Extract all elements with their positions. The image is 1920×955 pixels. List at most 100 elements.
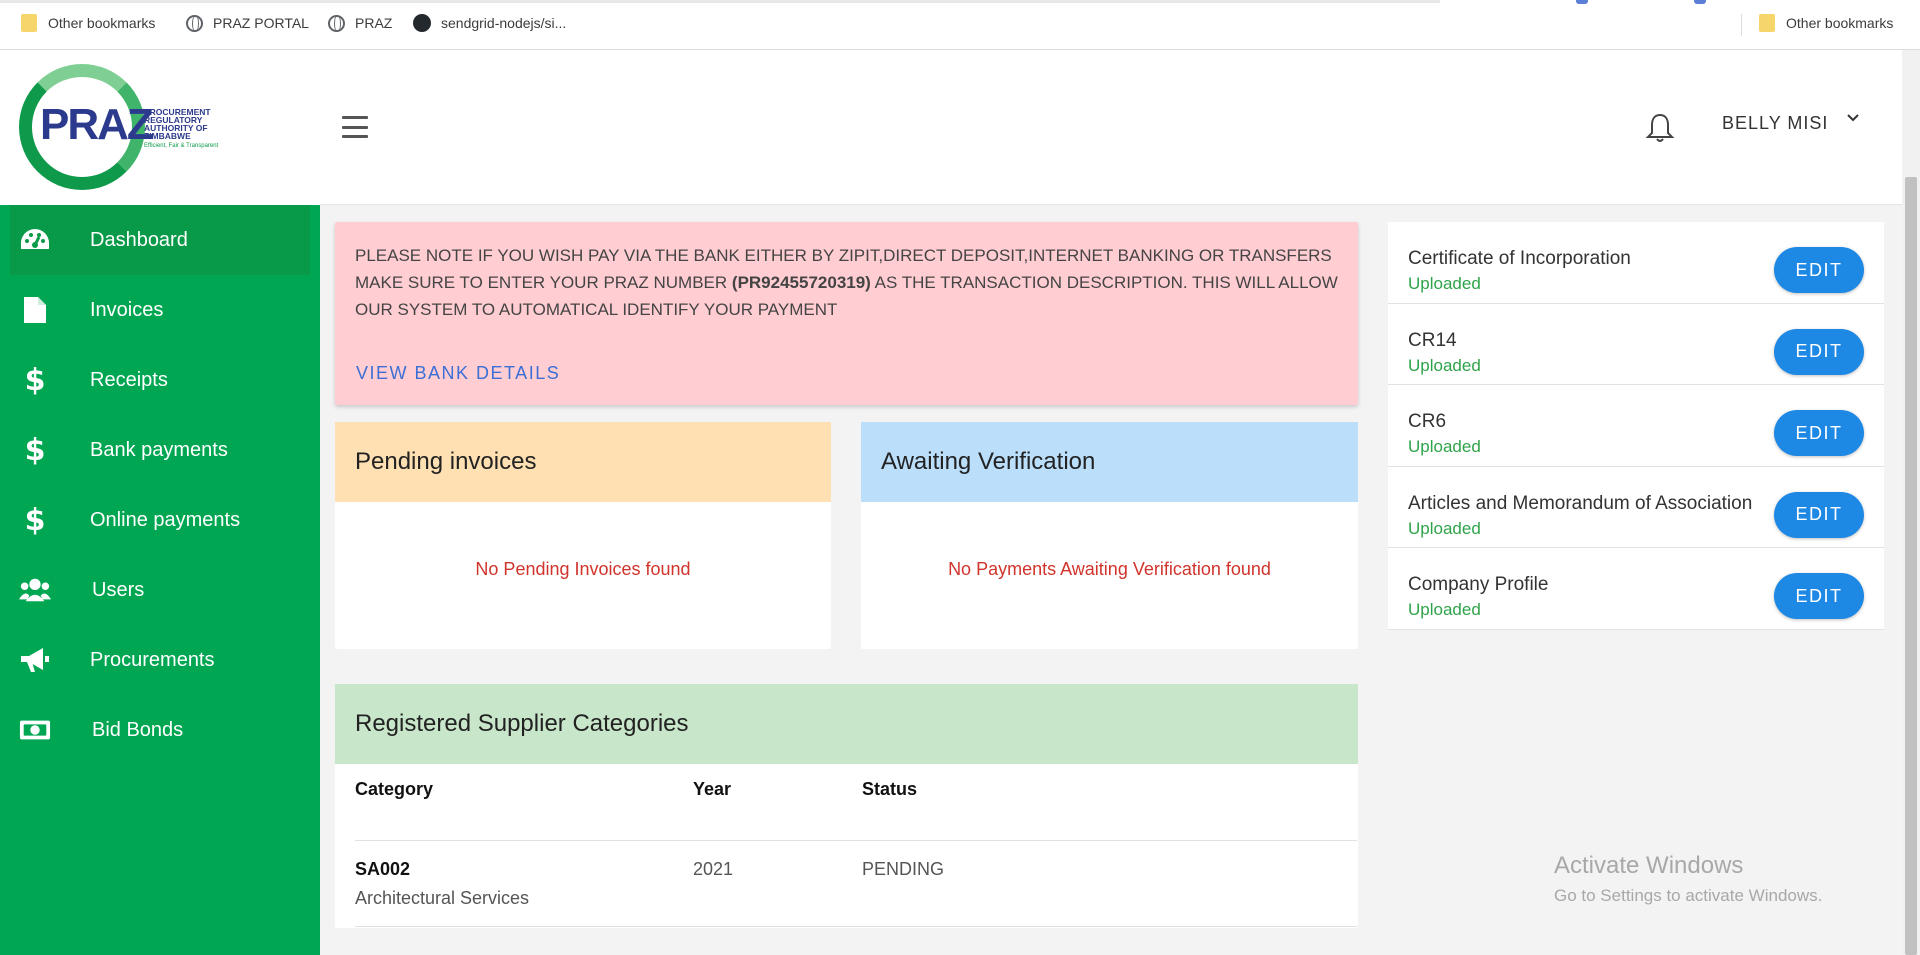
view-bank-details-link[interactable]: VIEW BANK DETAILS (356, 363, 560, 384)
praz-number: (PR92455720319) (731, 273, 871, 292)
bookmark-other[interactable]: Other bookmarks (20, 14, 155, 32)
category-code: SA002 (355, 859, 411, 879)
list-item: CR14 Uploaded EDIT (1388, 304, 1884, 385)
hamburger-menu-icon[interactable] (342, 116, 368, 138)
logo-text: PRAZ (40, 100, 154, 149)
document-status: Uploaded (1408, 437, 1481, 456)
pending-invoices-card: Pending invoices No Pending Invoices fou… (335, 422, 831, 649)
table-row: SA002 Architectural Services 2021 PENDIN… (355, 841, 1357, 927)
supplier-categories-card: Registered Supplier Categories Category … (335, 684, 1358, 928)
sidebar-item-label: Dashboard (90, 228, 188, 251)
users-icon (19, 574, 51, 606)
document-name: Certificate of Incorporation (1408, 248, 1631, 269)
awaiting-verification-card: Awaiting Verification No Payments Awaiti… (861, 422, 1358, 649)
activate-windows-watermark: Activate Windows Go to Settings to activ… (1554, 852, 1822, 906)
sidebar-item-bank-payments[interactable]: $ Bank payments (0, 415, 320, 485)
sidebar-item-label: Procurements (90, 648, 215, 671)
bookmark-label: Other bookmarks (1786, 15, 1894, 31)
dashboard-gauge-icon (19, 224, 51, 256)
bell-icon[interactable] (1645, 112, 1675, 144)
edit-button[interactable]: EDIT (1774, 328, 1864, 375)
edit-button[interactable]: EDIT (1774, 247, 1864, 293)
watermark-subtitle: Go to Settings to activate Windows. (1554, 886, 1823, 905)
year-cell: 2021 (693, 859, 734, 879)
list-item: Articles and Memorandum of Association U… (1388, 467, 1884, 548)
table-header-row: Category Year Status (355, 779, 1357, 841)
dollar-icon: $ (24, 432, 46, 468)
list-item: CR6 Uploaded EDIT (1388, 385, 1884, 467)
card-title: Awaiting Verification (861, 422, 1358, 502)
document-name: CR6 (1408, 411, 1447, 432)
sidebar-item-label: Users (92, 578, 145, 601)
sidebar-item-label: Online payments (90, 508, 241, 531)
sidebar-item-dashboard[interactable]: Dashboard (10, 205, 310, 275)
logo[interactable]: PRAZ PROCUREMENT REGULATORY AUTHORITY OF… (0, 50, 320, 205)
money-bill-icon (19, 714, 51, 746)
bookmark-label: PRAZ (355, 15, 393, 31)
bookmarks-bar: Other bookmarks PRAZ PORTAL PRAZ sendgri… (0, 0, 1920, 50)
scrollbar-thumb[interactable] (1905, 177, 1917, 955)
bookmark-label: Other bookmarks (48, 15, 156, 31)
sidebar-item-label: Invoices (90, 298, 164, 321)
sidebar-item-invoices[interactable]: Invoices (0, 275, 320, 345)
extension-marker (1694, 0, 1706, 4)
categories-table: Category Year Status SA002 Architectural… (355, 779, 1357, 927)
extension-marker (1576, 0, 1588, 4)
bank-payment-notice: PLEASE NOTE IF YOU WISH PAY VIA THE BANK… (335, 222, 1358, 405)
list-item: Certificate of Incorporation Uploaded ED… (1388, 222, 1884, 304)
sidebar-item-users[interactable]: Users (0, 555, 320, 625)
bookmarks-divider (1741, 14, 1742, 36)
sidebar-item-label: Bank payments (90, 438, 228, 461)
watermark-title: Activate Windows (1554, 852, 1744, 879)
bookmark-label: sendgrid-nodejs/si... (441, 15, 567, 31)
card-title: Registered Supplier Categories (335, 684, 1358, 764)
folder-icon (20, 14, 38, 32)
bookmark-label: PRAZ PORTAL (213, 15, 309, 31)
edit-button[interactable]: EDIT (1774, 573, 1864, 619)
card-title: Pending invoices (335, 422, 831, 502)
documents-list: Certificate of Incorporation Uploaded ED… (1388, 222, 1884, 630)
globe-icon (327, 14, 345, 32)
dollar-icon: $ (24, 502, 46, 538)
bookmark-praz[interactable]: PRAZ (327, 14, 392, 32)
bookmark-praz-portal[interactable]: PRAZ PORTAL (185, 14, 309, 32)
bookmark-sendgrid[interactable]: sendgrid-nodejs/si... (413, 14, 566, 32)
folder-icon (1758, 14, 1776, 32)
list-item: Company Profile Uploaded EDIT (1388, 548, 1884, 630)
document-icon (19, 294, 51, 326)
megaphone-icon (19, 644, 51, 676)
empty-message: No Pending Invoices found (475, 559, 691, 579)
sidebar-item-online-payments[interactable]: $ Online payments (0, 485, 320, 555)
sidebar: PRAZ PROCUREMENT REGULATORY AUTHORITY OF… (0, 50, 320, 955)
document-status: Uploaded (1408, 355, 1481, 375)
chevron-down-icon[interactable] (1846, 110, 1860, 128)
github-icon (413, 14, 431, 32)
edit-button[interactable]: EDIT (1774, 410, 1864, 456)
document-name: Company Profile (1408, 574, 1549, 595)
category-description: Architectural Services (355, 888, 530, 908)
document-status: Uploaded (1408, 600, 1481, 619)
column-header: Status (862, 779, 918, 799)
logo-tagline: Efficient, Fair & Transparent (144, 143, 219, 149)
bookmark-other-right[interactable]: Other bookmarks (1758, 14, 1893, 32)
category-cell: SA002 Architectural Services (355, 859, 693, 926)
user-menu[interactable]: BELLY MISI (1722, 113, 1828, 134)
document-status: Uploaded (1408, 518, 1481, 538)
empty-message: No Payments Awaiting Verification found (948, 559, 1271, 579)
document-name: Articles and Memorandum of Association (1408, 492, 1753, 514)
sidebar-item-receipts[interactable]: $ Receipts (0, 345, 320, 415)
sidebar-item-label: Bid Bonds (92, 718, 184, 741)
tab-strip-edge (0, 0, 1440, 3)
document-name: CR14 (1408, 329, 1457, 351)
sidebar-item-procurements[interactable]: Procurements (0, 625, 320, 695)
notice-text: PLEASE NOTE IF YOU WISH PAY VIA THE BANK… (355, 242, 1345, 323)
page-scrollbar[interactable] (1902, 50, 1920, 955)
globe-icon (185, 14, 203, 32)
sidebar-item-bid-bonds[interactable]: Bid Bonds (0, 695, 320, 765)
sidebar-nav: Dashboard Invoices $ Receipts $ Bank pay… (0, 205, 320, 765)
edit-button[interactable]: EDIT (1774, 491, 1864, 538)
column-header: Category (355, 779, 434, 799)
top-header: BELLY MISI (320, 50, 1920, 205)
dollar-icon: $ (24, 362, 46, 398)
logo-subtitle: PROCUREMENT REGULATORY AUTHORITY OF ZIMB… (144, 107, 211, 141)
